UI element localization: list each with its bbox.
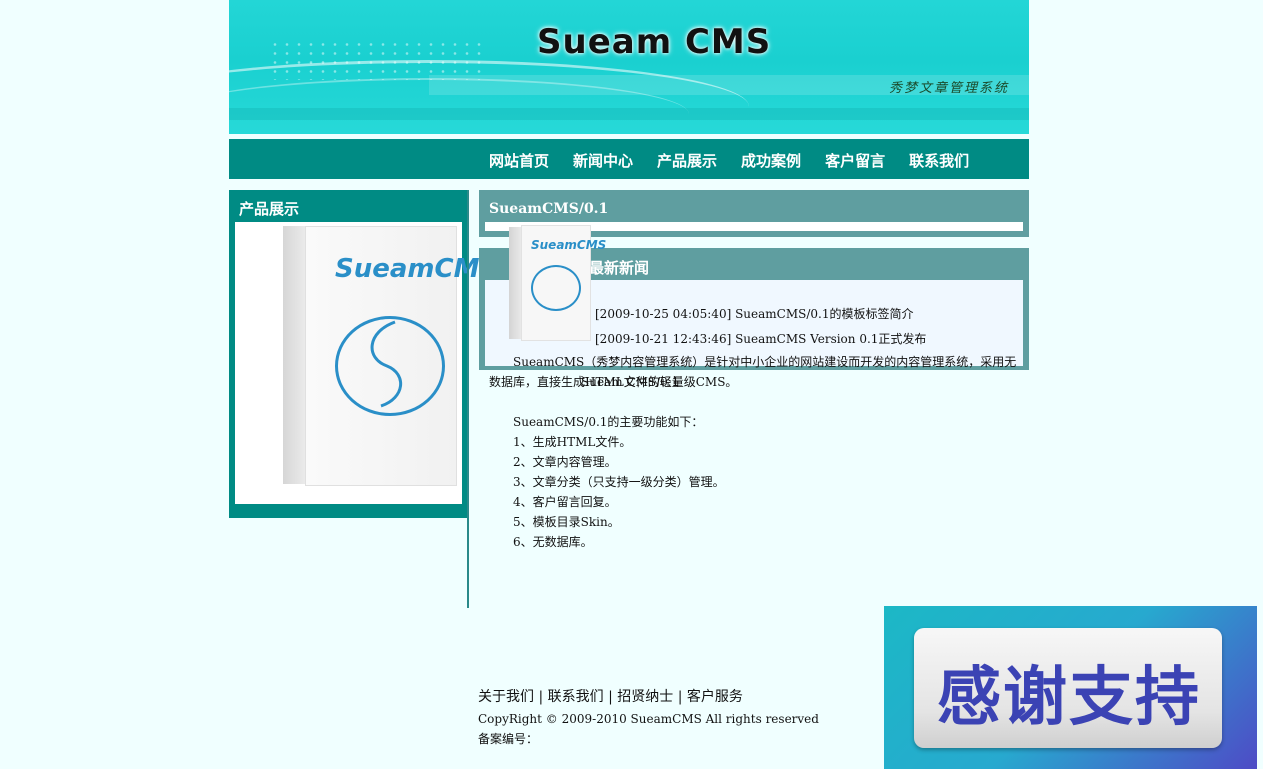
main-nav: 网站首页 新闻中心 产品展示 成功案例 客户留言 联系我们 <box>229 139 1029 179</box>
feature-item: 3、文章分类（只支持一级分类）管理。 <box>513 475 725 489</box>
nav-item-cases[interactable]: 成功案例 <box>741 150 801 171</box>
nav-item-news[interactable]: 新闻中心 <box>573 150 633 171</box>
feature-item: 5、模板目录Skin。 <box>513 515 620 529</box>
overlap-text: Sueam CMS/0.1 <box>581 375 680 389</box>
nav-item-home[interactable]: 网站首页 <box>489 150 549 171</box>
feature-item: 1、生成HTML文件。 <box>513 435 632 449</box>
thanks-label: 感谢支持 <box>937 661 1201 735</box>
beian-label: 备案编号： <box>478 732 539 746</box>
copyright: CopyRight © 2009-2010 SueamCMS All right… <box>478 712 819 726</box>
feature-list: SueamCMS/0.1的主要功能如下： 1、生成HTML文件。 2、文章内容管… <box>489 412 1019 552</box>
product-image[interactable]: SueamCMS <box>235 222 498 504</box>
nav-item-contact[interactable]: 联系我们 <box>909 150 969 171</box>
footer: 关于我们 | 联系我们 | 招贤纳士 | 客户服务 CopyRight © 20… <box>478 686 819 747</box>
product-section-title: SueamCMS/0.1 <box>489 201 609 217</box>
sidebar-title: 产品展示 <box>239 200 300 218</box>
news-item[interactable]: [2009-10-25 04:05:40] SueamCMS/0.1的模板标签简… <box>579 302 926 327</box>
nav-item-guestbook[interactable]: 客户留言 <box>825 150 885 171</box>
site-subtitle: 秀梦文章管理系统 <box>889 81 1010 96</box>
news-list: [2009-10-25 04:05:40] SueamCMS/0.1的模板标签简… <box>579 302 926 352</box>
feature-item: 4、客户留言回复。 <box>513 495 617 509</box>
footer-link-about[interactable]: 关于我们 <box>478 689 534 705</box>
thumbnail-brand: SueamCMS <box>531 238 607 252</box>
thumbnail-logo-icon <box>531 265 581 311</box>
feature-item: 6、无数据库。 <box>513 535 593 549</box>
features-title: SueamCMS/0.1的主要功能如下： <box>513 415 704 429</box>
product-brand: SueamCMS <box>335 254 499 284</box>
footer-link-contact[interactable]: 联系我们 <box>548 689 604 705</box>
footer-links: 关于我们 | 联系我们 | 招贤纳士 | 客户服务 <box>478 689 743 705</box>
nav-item-products[interactable]: 产品展示 <box>657 150 717 171</box>
intro-text: SueamCMS（秀梦内容管理系统）是针对中小企业的网站建设而开发的内容管理系统… <box>489 355 1017 389</box>
news-section-title: 最新新闻 <box>589 259 650 277</box>
news-item[interactable]: [2009-10-21 12:43:46] SueamCMS Version 0… <box>579 327 926 352</box>
thanks-badge[interactable]: 感谢支持 <box>884 606 1257 769</box>
sidebar-products: 产品展示 SueamCMS <box>229 190 498 518</box>
site-title: Sueam CMS <box>537 22 772 62</box>
header-banner: Sueam CMS 秀梦文章管理系统 <box>229 0 1029 134</box>
product-description: SueamCMS（秀梦内容管理系统）是针对中小企业的网站建设而开发的内容管理系统… <box>489 352 1019 552</box>
footer-link-jobs[interactable]: 招贤纳士 <box>617 689 673 705</box>
product-thumbnail[interactable]: SueamCMS <box>509 225 606 343</box>
footer-link-service[interactable]: 客户服务 <box>687 689 743 705</box>
feature-item: 2、文章内容管理。 <box>513 455 617 469</box>
